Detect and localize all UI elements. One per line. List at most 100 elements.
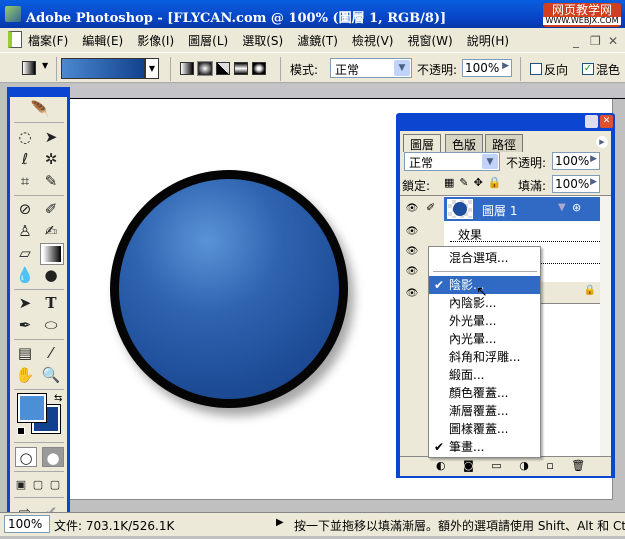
marquee-tool-icon[interactable]: ◌ xyxy=(14,127,36,147)
layer-row-selected[interactable]: 圖層 1 ▼ ⊛ xyxy=(444,197,600,221)
panel-close-button[interactable]: ✕ xyxy=(600,115,613,128)
opacity-slider-arrow-icon[interactable]: ▶ xyxy=(590,154,597,164)
dodge-tool-icon[interactable]: ● xyxy=(40,265,62,285)
menu-item-gradient-overlay[interactable]: 漸層覆蓋... xyxy=(429,402,540,420)
gradient-tool-icon[interactable] xyxy=(40,243,64,265)
standard-mode-icon[interactable]: ○ xyxy=(15,447,37,467)
full-screen-menu-mode-icon[interactable]: ▢ xyxy=(30,475,46,495)
visibility-eye-icon[interactable]: 👁 xyxy=(404,288,420,300)
brush-tool-icon[interactable]: ✐ xyxy=(40,199,62,219)
magic-wand-tool-icon[interactable]: ✲ xyxy=(40,149,62,169)
panel-minimize-button[interactable] xyxy=(585,115,598,128)
dither-checkbox[interactable]: ✓ xyxy=(582,63,594,75)
menu-item-stroke[interactable]: ✔ 筆畫... xyxy=(429,438,540,456)
blur-tool-icon[interactable]: 💧 xyxy=(14,265,36,285)
divider xyxy=(170,57,171,81)
menu-select[interactable]: 選取(S) xyxy=(242,32,283,49)
history-brush-tool-icon[interactable]: ✍ xyxy=(40,221,62,241)
menu-item-bevel-emboss[interactable]: 斜角和浮雕... xyxy=(429,348,540,366)
menu-view[interactable]: 檢視(V) xyxy=(352,32,394,49)
move-tool-icon[interactable]: ➤ xyxy=(40,127,62,147)
tab-paths[interactable]: 路徑 xyxy=(485,134,524,152)
standard-screen-mode-icon[interactable]: ▣ xyxy=(13,475,29,495)
ellipse-shape-tool-icon[interactable]: ⬭ xyxy=(40,315,62,335)
delete-layer-trash-icon[interactable]: 🗑 xyxy=(571,459,585,472)
menu-item-satin[interactable]: 緞面... xyxy=(429,366,540,384)
type-tool-icon[interactable]: T xyxy=(40,293,62,313)
restore-doc-button[interactable]: ❐ xyxy=(590,34,601,48)
crop-tool-icon[interactable]: ⌗ xyxy=(14,171,36,191)
gradient-picker[interactable] xyxy=(61,58,145,79)
blue-sphere-artwork xyxy=(110,170,348,408)
foreground-color-swatch[interactable] xyxy=(17,393,47,423)
layers-scrollbar[interactable] xyxy=(600,196,611,456)
swap-colors-icon[interactable]: ⇆ xyxy=(54,393,62,404)
layer-style-icon[interactable]: ◐ xyxy=(436,459,446,472)
clone-stamp-tool-icon[interactable]: ♙ xyxy=(14,221,36,241)
mode-select[interactable]: 正常 ▼ xyxy=(330,58,412,78)
menu-image[interactable]: 影像(I) xyxy=(137,32,174,49)
panel-menu-icon[interactable]: ▶ xyxy=(596,136,608,148)
visibility-eye-icon[interactable]: 👁 xyxy=(404,226,420,238)
opacity-input[interactable]: 100% ▶ xyxy=(462,59,512,77)
visibility-eye-icon[interactable]: 👁 xyxy=(404,246,420,258)
pen-tool-icon[interactable]: ✒ xyxy=(14,315,36,335)
feather-logo-icon[interactable]: 🪶 xyxy=(28,99,52,119)
layer-name[interactable]: 圖層 1 xyxy=(482,202,517,219)
gradient-dropdown-arrow-icon[interactable]: ▼ xyxy=(145,58,159,79)
path-selection-tool-icon[interactable]: ➤ xyxy=(14,293,36,313)
fill-slider-arrow-icon[interactable]: ▶ xyxy=(590,177,597,187)
preset-dropdown-arrow-icon[interactable]: ▼ xyxy=(42,61,48,70)
tab-channels[interactable]: 色版 xyxy=(445,134,484,152)
lasso-tool-icon[interactable]: ℓ xyxy=(14,149,36,169)
menu-item-color-overlay[interactable]: 顏色覆蓋... xyxy=(429,384,540,402)
tool-preset-icon[interactable] xyxy=(22,61,36,75)
full-screen-mode-icon[interactable]: ▢ xyxy=(47,475,63,495)
document-icon[interactable] xyxy=(8,31,22,48)
menu-layer[interactable]: 圖層(L) xyxy=(188,32,228,49)
menu-file[interactable]: 檔案(F) xyxy=(28,32,68,49)
document-size[interactable]: 文件: 703.1K/526.1K xyxy=(54,517,174,534)
opacity-slider-arrow-icon[interactable]: ▶ xyxy=(502,61,509,71)
minimize-doc-button[interactable]: _ xyxy=(573,34,579,48)
status-arrow-icon[interactable]: ▶ xyxy=(276,517,284,528)
eraser-tool-icon[interactable]: ▱ xyxy=(14,243,36,263)
zoom-tool-icon[interactable]: 🔍 xyxy=(40,365,62,385)
reverse-checkbox[interactable] xyxy=(530,63,542,75)
divider xyxy=(280,57,281,81)
default-colors-icon[interactable] xyxy=(17,427,25,435)
reflected-gradient-button[interactable] xyxy=(234,62,248,75)
menu-edit[interactable]: 編輯(E) xyxy=(82,32,123,49)
layer-opacity-input[interactable]: 100% ▶ xyxy=(552,152,600,170)
menu-window[interactable]: 視窗(W) xyxy=(407,32,452,49)
healing-brush-tool-icon[interactable]: ⊘ xyxy=(14,199,36,219)
lock-options-icons[interactable]: ▦✎✥🔒 xyxy=(444,176,507,189)
menu-item-outer-glow[interactable]: 外光暈... xyxy=(429,312,540,330)
adjustment-layer-icon[interactable]: ◑ xyxy=(519,459,529,472)
eyedropper-tool-icon[interactable]: ⁄ xyxy=(40,343,62,363)
close-doc-button[interactable]: ✕ xyxy=(608,34,618,48)
visibility-eye-icon[interactable]: 👁 xyxy=(404,266,420,278)
menu-item-blending-options[interactable]: 混合選項... xyxy=(429,249,540,267)
tab-layers[interactable]: 圖層 xyxy=(403,134,442,152)
menu-help[interactable]: 說明(H) xyxy=(467,32,509,49)
menu-item-pattern-overlay[interactable]: 圖樣覆蓋... xyxy=(429,420,540,438)
visibility-eye-icon[interactable]: 👁 xyxy=(404,203,420,215)
radial-gradient-button[interactable] xyxy=(197,61,213,76)
slice-tool-icon[interactable]: ✎ xyxy=(40,171,62,191)
blend-mode-select[interactable]: 正常 ▼ xyxy=(404,152,500,171)
fill-input[interactable]: 100% ▶ xyxy=(552,175,600,193)
new-layer-icon[interactable]: ▫ xyxy=(546,459,553,472)
menu-filter[interactable]: 濾鏡(T) xyxy=(297,32,338,49)
new-group-icon[interactable]: ▭ xyxy=(491,459,501,472)
effects-expand-icon[interactable]: ▼ xyxy=(558,202,566,213)
menu-item-inner-glow[interactable]: 內光暈... xyxy=(429,330,540,348)
linear-gradient-button[interactable] xyxy=(180,62,194,75)
diamond-gradient-button[interactable] xyxy=(252,62,266,75)
zoom-level-field[interactable]: 100% xyxy=(4,515,50,533)
add-mask-icon[interactable]: ◙ xyxy=(463,459,474,472)
angle-gradient-button[interactable] xyxy=(216,62,230,75)
notes-tool-icon[interactable]: ▤ xyxy=(14,343,36,363)
quick-mask-mode-icon[interactable]: ● xyxy=(42,447,64,467)
hand-tool-icon[interactable]: ✋ xyxy=(14,365,36,385)
